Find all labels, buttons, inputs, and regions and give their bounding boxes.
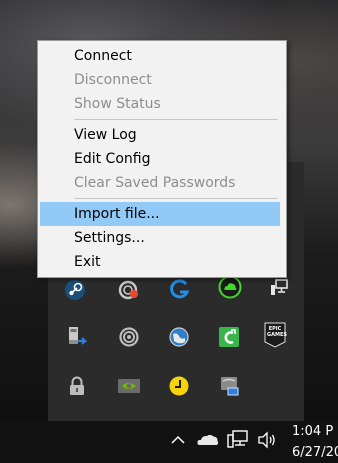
usb-device-icon[interactable]	[62, 322, 92, 352]
clock-time: 1:04 P	[292, 424, 334, 439]
menu-item-disconnect[interactable]: Disconnect	[40, 68, 280, 92]
menu-separator	[74, 198, 278, 199]
clock-date: 6/27/20	[292, 445, 338, 460]
chevron-up-icon[interactable]	[168, 430, 188, 450]
clock[interactable]: 1:04 P 6/27/20	[292, 421, 338, 463]
menu-item-settings[interactable]: Settings...	[40, 226, 280, 250]
menu-item-exit[interactable]: Exit	[40, 250, 280, 274]
yellow-clock-icon[interactable]	[164, 371, 194, 401]
menu-item-connect[interactable]: Connect	[40, 44, 280, 68]
nvidia-icon[interactable]	[114, 371, 144, 401]
menu-separator	[74, 119, 278, 120]
printer-network-icon[interactable]	[214, 371, 244, 401]
menu-item-edit-config[interactable]: Edit Config	[40, 147, 280, 171]
display-globe-icon[interactable]	[164, 322, 194, 352]
volume-icon[interactable]	[256, 429, 278, 451]
steam-icon[interactable]	[60, 275, 90, 305]
ccleaner-icon[interactable]	[114, 322, 144, 352]
context-menu: Connect Disconnect Show Status View Log …	[37, 40, 287, 278]
epic-games-icon[interactable]: EPIC GAMES	[262, 320, 288, 350]
menu-item-clear-saved-passwords[interactable]: Clear Saved Passwords	[40, 171, 280, 195]
network-icon[interactable]	[226, 429, 250, 451]
onedrive-cloud-icon[interactable]	[196, 430, 220, 450]
menu-item-show-status[interactable]: Show Status	[40, 92, 280, 116]
cc-green-icon[interactable]	[214, 322, 244, 352]
taskbar: 1:04 P 6/27/20	[0, 421, 338, 463]
epic-games-label: EPIC GAMES	[267, 326, 287, 338]
openvpn-lock-icon[interactable]	[62, 371, 92, 401]
menu-item-import-file[interactable]: Import file...	[40, 202, 280, 226]
logitech-g-icon[interactable]	[165, 275, 195, 305]
menu-item-view-log[interactable]: View Log	[40, 123, 280, 147]
ubisoft-icon[interactable]	[114, 275, 144, 305]
